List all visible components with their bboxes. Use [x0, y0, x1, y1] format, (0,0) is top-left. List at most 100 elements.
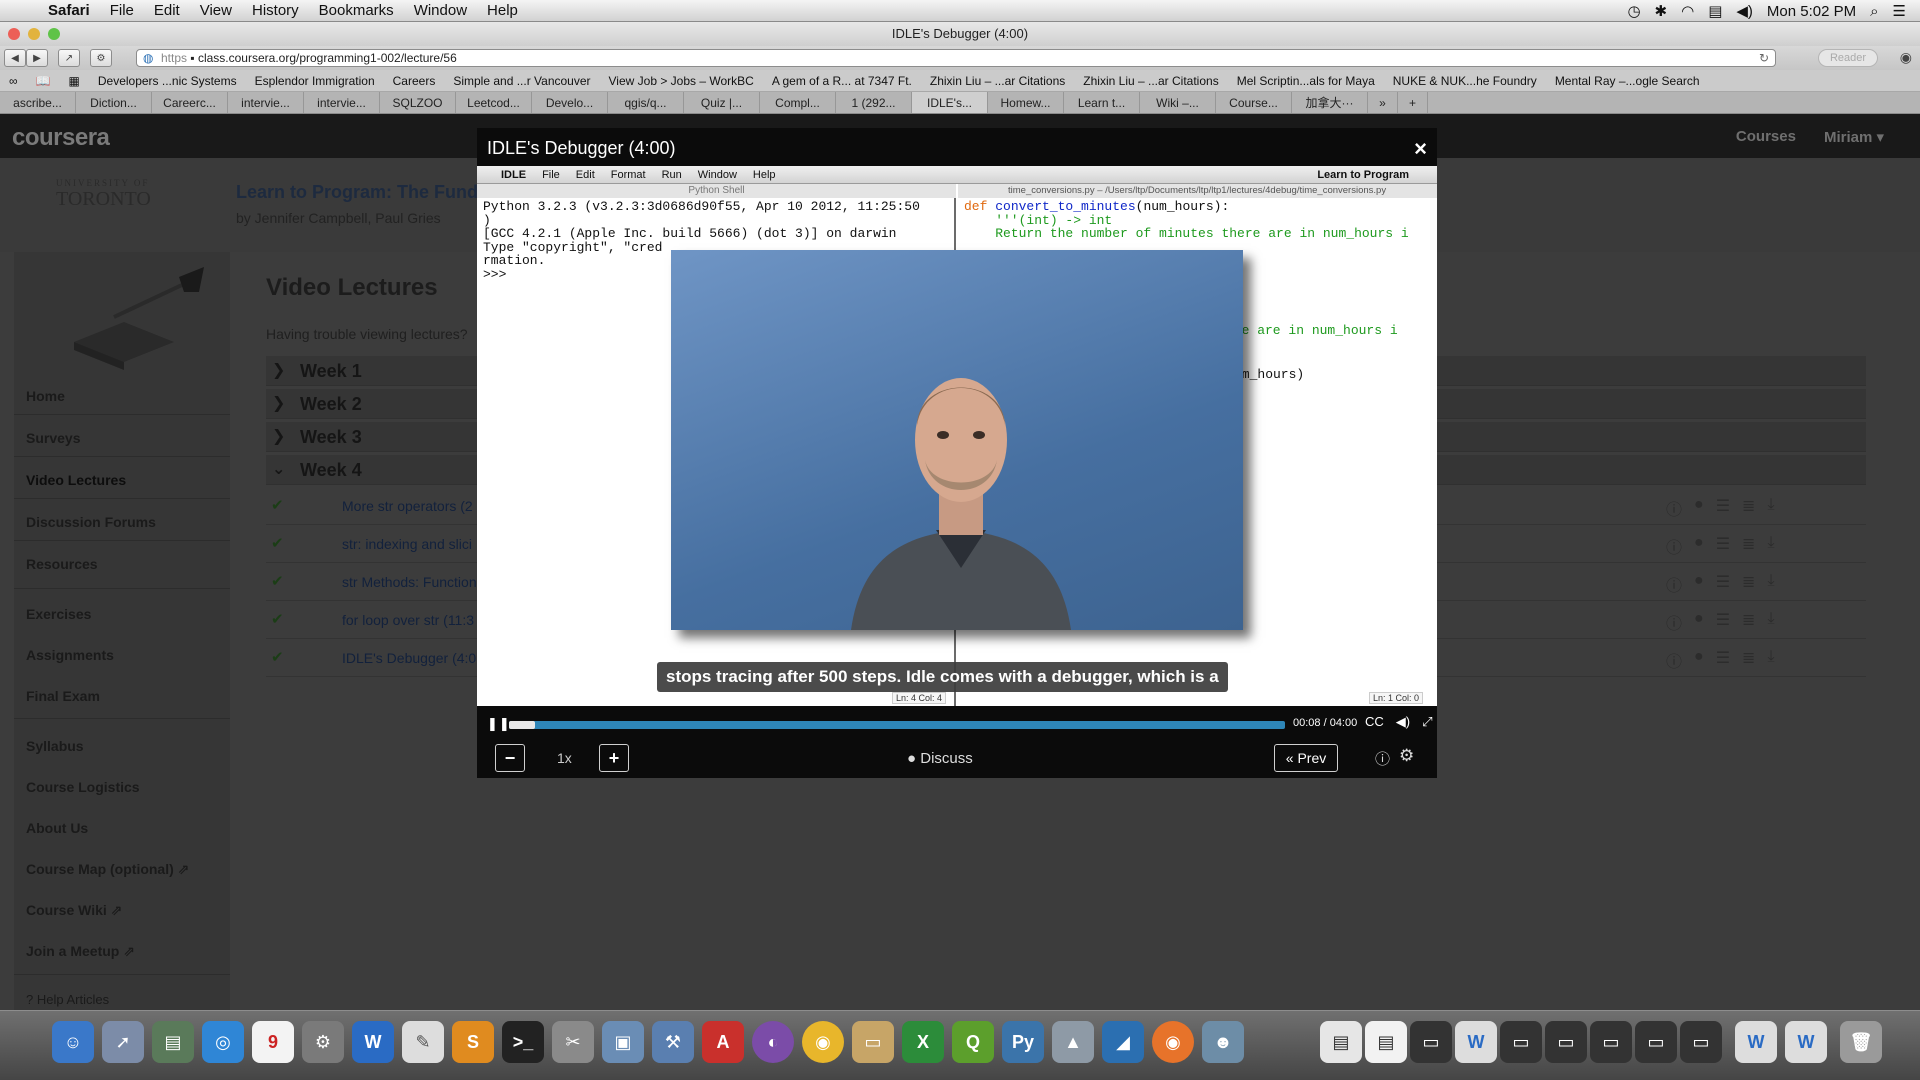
bookmark-item[interactable]: Careers [384, 74, 445, 88]
wifi-icon[interactable]: ◠ [1681, 2, 1694, 20]
textedit-icon[interactable]: ✎ [402, 1021, 444, 1063]
window-thumb-icon[interactable]: ▭ [1410, 1021, 1452, 1063]
subtitles-icon[interactable]: ≣ [1742, 534, 1755, 558]
prev-button[interactable]: « Prev [1274, 744, 1338, 772]
utilities-icon[interactable]: ✂ [552, 1021, 594, 1063]
menu-safari[interactable]: Safari [38, 2, 100, 19]
sidebar-item-course-map[interactable]: Course Map (optional) ⇗ [26, 861, 189, 878]
volume-icon[interactable]: ◀) [1736, 2, 1753, 20]
tab[interactable]: Course... [1216, 92, 1292, 113]
video-frame[interactable]: IDLE File Edit Format Run Window Help Le… [477, 166, 1437, 706]
tab[interactable]: SQLZOO [380, 92, 456, 113]
bookmark-item[interactable]: Developers ...nic Systems [89, 74, 246, 88]
subtitles-icon[interactable]: ≣ [1742, 496, 1755, 520]
finder-icon[interactable]: ☺ [52, 1021, 94, 1063]
tab[interactable]: 加拿大··· [1292, 92, 1368, 113]
terminal-icon[interactable]: >_ [502, 1021, 544, 1063]
sidebar-item-final-exam[interactable]: Final Exam [26, 688, 100, 704]
forward-icon[interactable]: ▶ [26, 49, 48, 67]
subtitles-icon[interactable]: ≣ [1742, 610, 1755, 634]
subtitles-icon[interactable]: ≣ [1742, 572, 1755, 596]
bookmark-item[interactable]: Zhixin Liu – ...ar Citations [921, 74, 1074, 88]
info-icon[interactable]: ⓘ [1666, 648, 1682, 672]
tab[interactable]: 1 (292... [836, 92, 912, 113]
tab-overflow-icon[interactable]: » [1368, 92, 1398, 113]
back-icon[interactable]: ◀ [4, 49, 26, 67]
discuss-button[interactable]: ● Discuss [907, 750, 973, 767]
sidebar-item-discussion-forums[interactable]: Discussion Forums [26, 514, 156, 530]
tools-icon[interactable]: ⚙ [90, 49, 112, 67]
info-icon[interactable]: ⓘ [1666, 496, 1682, 520]
bookmark-item[interactable]: Mental Ray –...ogle Search [1546, 74, 1709, 88]
progress-bar[interactable] [509, 721, 1285, 729]
lecture-title[interactable]: for loop over str (11:3 [342, 612, 474, 628]
lecture-title[interactable]: More str operators (2 [342, 498, 473, 514]
download-icon[interactable]: ⤓ [1767, 648, 1774, 672]
pause-icon[interactable]: ❚❚ [487, 716, 511, 732]
sidebar-item-course-logistics[interactable]: Course Logistics [26, 779, 140, 795]
bookmark-item[interactable]: NUKE & NUK...he Foundry [1384, 74, 1546, 88]
window-thumb-icon[interactable]: ▭ [1500, 1021, 1542, 1063]
reload-icon[interactable]: ↻ [1759, 50, 1769, 66]
word-doc-icon[interactable]: W [1785, 1021, 1827, 1063]
notification-icon[interactable]: ☰ [1893, 2, 1906, 20]
nav-user-menu[interactable]: Miriam ▾ [1824, 128, 1884, 146]
window-thumb-icon[interactable]: ▭ [1635, 1021, 1677, 1063]
comments-icon[interactable]: ● [1694, 534, 1704, 558]
slides-icon[interactable]: ☰ [1716, 534, 1730, 558]
info-icon[interactable]: ⓘ [1666, 534, 1682, 558]
comments-icon[interactable]: ● [1694, 496, 1704, 520]
tab[interactable]: qgis/q... [608, 92, 684, 113]
slower-button[interactable]: − [495, 744, 525, 772]
calendar-icon[interactable]: 9 [252, 1021, 294, 1063]
wireshark-icon[interactable]: ◢ [1102, 1021, 1144, 1063]
tab[interactable]: Leetcod... [456, 92, 532, 113]
tab[interactable]: Quiz |... [684, 92, 760, 113]
minimize-window-icon[interactable] [28, 28, 40, 40]
gear-icon[interactable]: ⚙ [1399, 746, 1414, 766]
captions-icon[interactable]: CC [1365, 714, 1384, 730]
menu-window[interactable]: Window [404, 2, 477, 19]
tab[interactable]: Develo... [532, 92, 608, 113]
spotlight-icon[interactable]: ⌕ [1870, 3, 1878, 20]
lecture-title[interactable]: str: indexing and slici [342, 536, 472, 552]
slides-icon[interactable]: ☰ [1716, 572, 1730, 596]
reading-list-icon[interactable]: ∞ [0, 74, 27, 88]
safari-icon[interactable]: ◎ [202, 1021, 244, 1063]
folder-icon[interactable]: ▭ [852, 1021, 894, 1063]
subtitles-icon[interactable]: ≣ [1742, 648, 1755, 672]
comments-icon[interactable]: ● [1694, 648, 1704, 672]
word-doc-icon[interactable]: W [1735, 1021, 1777, 1063]
sidebar-item-exercises[interactable]: Exercises [26, 606, 91, 622]
bluetooth-icon[interactable]: ✱ [1655, 2, 1668, 20]
menu-bookmarks[interactable]: Bookmarks [309, 2, 404, 19]
flag-icon[interactable]: ▤ [1708, 2, 1722, 20]
download-icon[interactable]: ⤓ [1767, 534, 1774, 558]
download-icon[interactable]: ⤓ [1767, 572, 1774, 596]
document-icon[interactable]: ▤ [1320, 1021, 1362, 1063]
menu-edit[interactable]: Edit [144, 2, 190, 19]
faster-button[interactable]: + [599, 744, 629, 772]
tab[interactable]: Wiki –... [1140, 92, 1216, 113]
tab[interactable]: ascribe... [0, 92, 76, 113]
word-doc-icon[interactable]: W [1455, 1021, 1497, 1063]
volume-icon[interactable]: ◀) [1396, 714, 1410, 730]
automator-icon[interactable]: ☻ [1202, 1021, 1244, 1063]
zoom-window-icon[interactable] [48, 28, 60, 40]
trash-icon[interactable]: 🗑 [1840, 1021, 1882, 1063]
info-icon[interactable]: ⓘ [1666, 610, 1682, 634]
sidebar-item-course-wiki[interactable]: Course Wiki ⇗ [26, 902, 122, 919]
bookmark-item[interactable]: A gem of a R... at 7347 Ft. [763, 74, 921, 88]
coursera-logo[interactable]: coursera [12, 124, 110, 152]
sidebar-item-video-lectures[interactable]: Video Lectures [26, 472, 126, 488]
sidebar-item-resources[interactable]: Resources [26, 556, 98, 572]
preview-icon[interactable]: ▣ [602, 1021, 644, 1063]
menu-history[interactable]: History [242, 2, 309, 19]
sidebar-item-syllabus[interactable]: Syllabus [26, 738, 84, 754]
sidebar-item-join-meetup[interactable]: Join a Meetup ⇗ [26, 943, 135, 960]
menu-view[interactable]: View [190, 2, 242, 19]
tab[interactable]: Careerc... [152, 92, 228, 113]
window-thumb-icon[interactable]: ▭ [1545, 1021, 1587, 1063]
sidebar-item-home[interactable]: Home [26, 388, 65, 404]
bookmark-item[interactable]: View Job > Jobs – WorkBC [600, 74, 763, 88]
